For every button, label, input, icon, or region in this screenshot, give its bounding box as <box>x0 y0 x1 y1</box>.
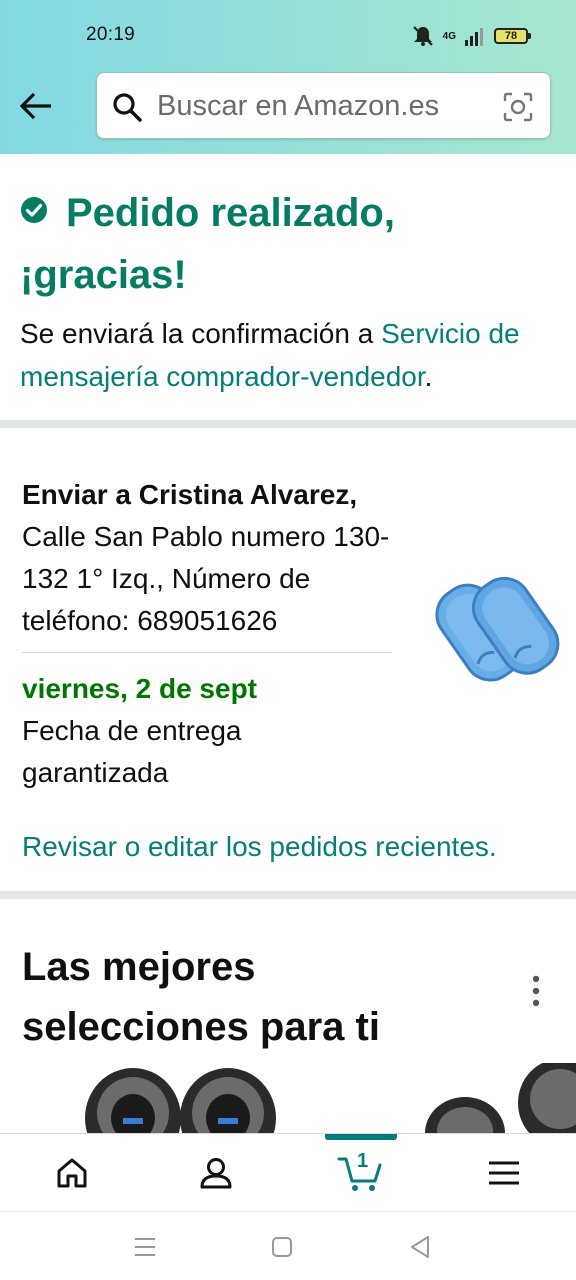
system-navigation <box>0 1211 576 1280</box>
review-orders-link[interactable]: Revisar o editar los pedidos recientes. <box>22 826 497 868</box>
ship-address: Calle San Pablo numero 130-132 1° Izq., … <box>22 521 390 636</box>
confirmation-text-prefix: Se enviará la confirmación a <box>20 318 382 349</box>
recommended-product-image[interactable] <box>420 1063 576 1133</box>
status-bar: 20:19 4G 78 <box>0 0 576 72</box>
more-vertical-icon[interactable] <box>522 971 550 1011</box>
back-triangle-icon[interactable] <box>405 1232 435 1262</box>
section-divider <box>0 420 576 428</box>
recommendations-title: Las mejores selecciones para ti <box>22 945 380 1049</box>
product-image[interactable] <box>420 562 564 694</box>
cart-count: 1 <box>357 1150 369 1172</box>
confirmation-text-suffix: . <box>424 361 433 392</box>
shipping-details: Enviar a Cristina Alvarez, Calle San Pab… <box>0 428 576 891</box>
order-confirmation: Pedido realizado, ¡gracias! Se enviará l… <box>0 154 576 420</box>
home-square-icon[interactable] <box>267 1232 297 1262</box>
status-time: 20:19 <box>86 24 136 45</box>
delivery-label: Fecha de entrega garantizada <box>22 715 242 788</box>
arrow-left-icon <box>19 92 51 120</box>
nav-menu[interactable] <box>432 1134 576 1212</box>
signal-icon <box>465 28 483 46</box>
search-icon[interactable] <box>111 91 143 123</box>
search-bar[interactable] <box>96 72 551 139</box>
status-icons: 4G 78 <box>411 24 531 48</box>
home-icon <box>57 1158 87 1188</box>
nav-home[interactable] <box>0 1134 144 1212</box>
app-header: 20:19 4G 78 <box>0 0 576 154</box>
nav-cart[interactable]: 1 <box>288 1134 432 1212</box>
recommended-product-image[interactable] <box>78 1063 278 1133</box>
battery-level: 78 <box>504 30 518 42</box>
network-label: 4G <box>442 30 456 42</box>
mute-icon <box>412 26 433 46</box>
hamburger-icon <box>489 1161 519 1185</box>
ship-to-name: Enviar a Cristina Alvarez, <box>22 479 358 510</box>
recommendations-section: Las mejores selecciones para ti <box>0 899 576 1133</box>
confirmation-text: Se enviará la confirmación a Servicio de… <box>20 312 560 398</box>
user-icon <box>200 1158 232 1189</box>
camera-scan-icon[interactable] <box>502 91 534 123</box>
battery-icon: 78 <box>494 28 531 44</box>
confirmation-title: Pedido realizado, ¡gracias! <box>20 191 395 297</box>
divider <box>22 652 392 653</box>
back-button[interactable] <box>14 84 58 128</box>
bottom-navigation: 1 <box>0 1133 576 1211</box>
delivery-date: viernes, 2 de sept <box>22 673 258 704</box>
nav-account[interactable] <box>144 1134 288 1212</box>
search-input[interactable] <box>157 83 487 129</box>
section-divider <box>0 891 576 899</box>
recents-icon[interactable] <box>130 1232 160 1262</box>
